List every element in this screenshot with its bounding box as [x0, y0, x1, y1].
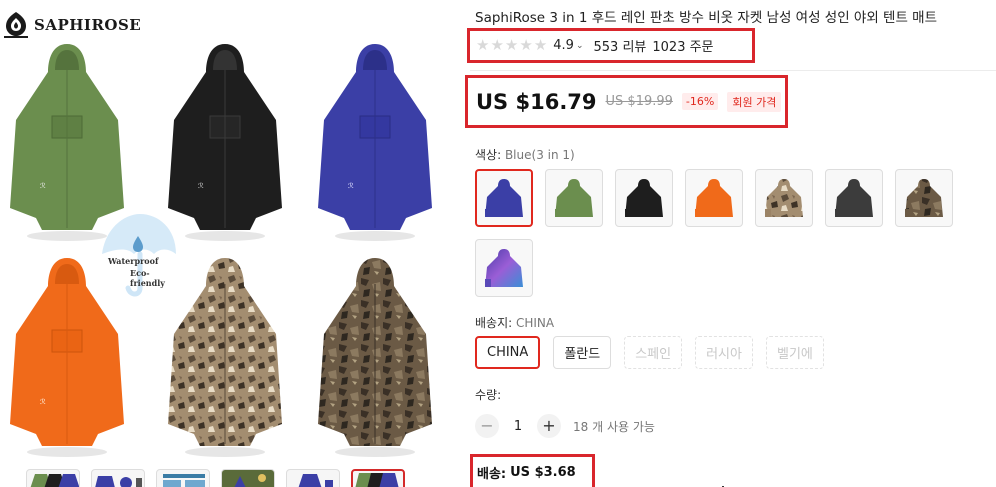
- color-swatch-camo[interactable]: [755, 169, 813, 227]
- chevron-down-icon[interactable]: ⌄: [576, 41, 584, 51]
- rating-score[interactable]: 4.9: [553, 38, 574, 53]
- black-poncho-image: ℛ: [168, 44, 282, 241]
- review-count-link[interactable]: 553 리뷰: [594, 36, 647, 55]
- shipping-label: 배송:: [477, 466, 507, 482]
- divider: [470, 70, 996, 71]
- ship-from-belgium: 벨기에: [765, 336, 824, 369]
- product-gallery: SAPHIROSE ℛ ℛ ℛ ℛ Waterproof Eco-friendl…: [0, 0, 450, 487]
- watermark-line2: Eco-friendly: [130, 268, 165, 288]
- shipping-cost: 배송: US $3.68: [470, 454, 595, 487]
- color-swatch-forest-camo[interactable]: [895, 169, 953, 227]
- ship-from-label-row: 배송지: CHINA: [475, 314, 554, 331]
- svg-text:ℛ: ℛ: [40, 398, 46, 406]
- brand-logo: SAPHIROSE: [2, 10, 141, 40]
- order-count: 1023 주문: [652, 40, 714, 55]
- ship-from-options: CHINA 폴란드 스페인 러시아 벨기에: [475, 336, 824, 369]
- thumbnail-2[interactable]: [91, 469, 145, 487]
- thumbnail-6-selected[interactable]: [351, 469, 405, 487]
- shipping-value: US $3.68: [510, 464, 576, 480]
- discount-badge: -16%: [681, 93, 719, 110]
- star-icon: ★: [476, 36, 490, 54]
- quantity-value[interactable]: 1: [509, 419, 527, 434]
- ship-from-russia: 러시아: [695, 336, 753, 369]
- star-icon: ★: [504, 36, 519, 54]
- thumbnail-1[interactable]: [26, 469, 80, 487]
- waterproof-watermark: Waterproof Eco-friendly: [96, 206, 180, 302]
- quantity-label: 수량:: [475, 388, 502, 402]
- rose-logo-icon: [4, 12, 28, 38]
- ship-from-label: 배송지:: [475, 316, 516, 330]
- svg-text:ℛ: ℛ: [40, 182, 46, 190]
- blue-poncho-image: ℛ: [318, 44, 432, 241]
- star-icon: ★: [490, 36, 504, 54]
- quantity-increase-button[interactable]: +: [537, 414, 561, 438]
- watermark-line1: Waterproof: [108, 256, 159, 266]
- current-price: US $16.79: [476, 89, 597, 114]
- star-icon: ★: [519, 36, 533, 54]
- price-block: US $16.79 US $19.99 -16% 회원 가격: [465, 75, 788, 128]
- camo-poncho-image: [168, 258, 282, 457]
- thumbnail-strip: [26, 469, 405, 487]
- svg-text:ℛ: ℛ: [198, 182, 204, 190]
- forest-camo-poncho-image: [318, 258, 432, 457]
- original-price: US $19.99: [605, 94, 673, 109]
- quantity-stepper: − 1 + 18 개 사용 가능: [475, 414, 655, 438]
- color-label-row: 색상: Blue(3 in 1): [475, 146, 575, 163]
- member-price-badge: 회원 가격: [727, 91, 782, 112]
- ship-from-china[interactable]: CHINA: [475, 336, 541, 369]
- color-selected-value: Blue(3 in 1): [504, 148, 575, 162]
- thumbnail-5[interactable]: [286, 469, 340, 487]
- thumbnail-3[interactable]: [156, 469, 210, 487]
- star-rating[interactable]: ★ ★ ★ ★ ★: [476, 38, 547, 53]
- color-swatch-black[interactable]: [615, 169, 673, 227]
- color-swatches: [475, 169, 975, 297]
- color-swatch-orange[interactable]: [685, 169, 743, 227]
- product-title: SaphiRose 3 in 1 후드 레인 판초 방수 비옷 자켓 남성 여성…: [475, 10, 938, 26]
- brand-name: SAPHIROSE: [34, 16, 142, 34]
- color-swatch-galaxy[interactable]: [475, 239, 533, 297]
- ship-from-poland[interactable]: 폴란드: [553, 336, 612, 369]
- color-swatch-green[interactable]: [545, 169, 603, 227]
- thumbnail-4[interactable]: [221, 469, 275, 487]
- rating-summary: ★ ★ ★ ★ ★ 4.9 ⌄ 553 리뷰 1023 주문: [467, 28, 755, 63]
- svg-text:ℛ: ℛ: [348, 182, 354, 190]
- stock-available: 18 개 사용 가능: [573, 419, 655, 434]
- quantity-decrease-button[interactable]: −: [475, 414, 499, 438]
- star-icon: ★: [533, 36, 548, 54]
- ship-from-selected-value: CHINA: [515, 316, 555, 330]
- ship-from-spain: 스페인: [624, 336, 683, 369]
- color-swatch-dark-grey[interactable]: [825, 169, 883, 227]
- color-label: 색상:: [475, 148, 505, 162]
- color-swatch-blue[interactable]: [475, 169, 533, 227]
